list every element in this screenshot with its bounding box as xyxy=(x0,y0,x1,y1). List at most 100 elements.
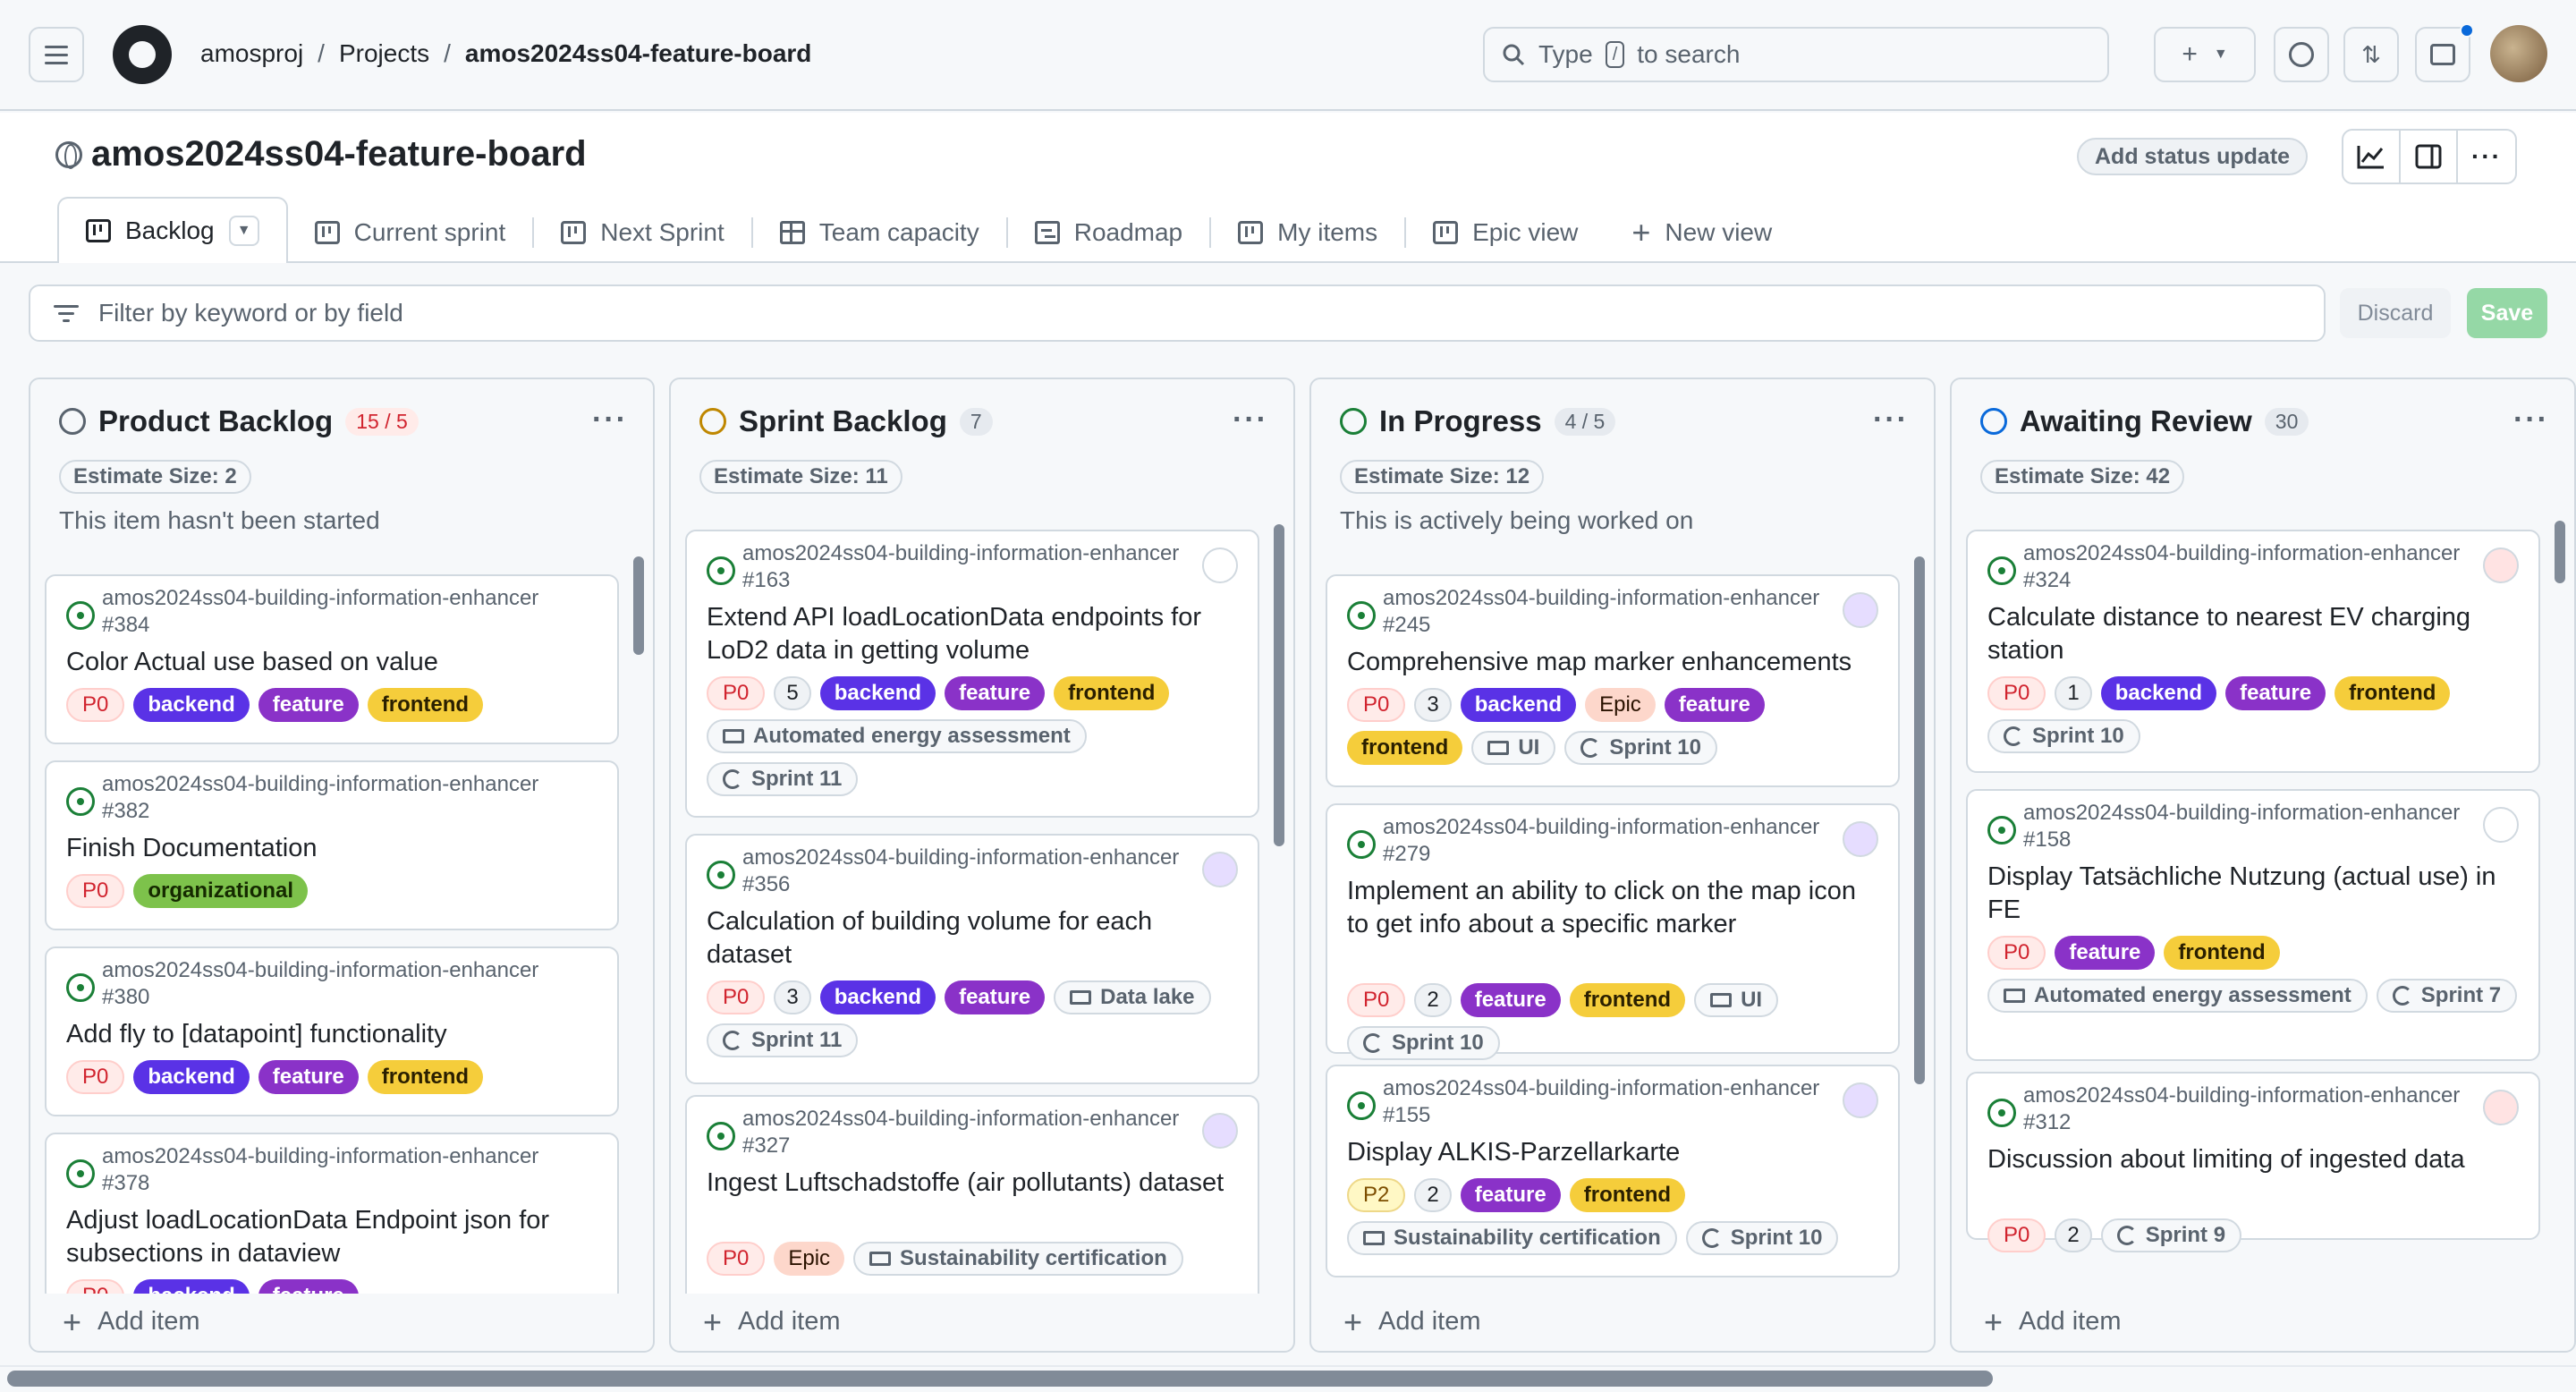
avatar[interactable] xyxy=(2490,25,2547,82)
label-sustainability-certification[interactable]: Sustainability certification xyxy=(853,1242,1183,1276)
breadcrumb-project[interactable]: amos2024ss04-feature-board xyxy=(465,39,812,68)
label-feature[interactable]: feature xyxy=(258,1060,359,1094)
breadcrumb-projects[interactable]: Projects xyxy=(339,39,429,68)
tab-team-capacity[interactable]: Team capacity xyxy=(753,202,1006,263)
label-p0[interactable]: P0 xyxy=(1987,936,2046,970)
tab-backlog[interactable]: Backlog ▼ xyxy=(57,197,288,263)
card-title[interactable]: Finish Documentation xyxy=(66,832,596,865)
label-sprint-7[interactable]: Sprint 7 xyxy=(2376,979,2518,1013)
label-sprint-11[interactable]: Sprint 11 xyxy=(707,1023,859,1057)
card-title[interactable]: Calculate distance to nearest EV chargin… xyxy=(1987,601,2517,667)
label-frontend[interactable]: frontend xyxy=(1054,676,1170,710)
label-5[interactable]: 5 xyxy=(774,676,811,710)
label-p0[interactable]: P0 xyxy=(707,1242,766,1276)
card-repo[interactable]: amos2024ss04-building-information-enhanc… xyxy=(102,1143,564,1197)
kebab-horizontal-icon[interactable]: ··· xyxy=(2458,131,2515,182)
vertical-scrollbar[interactable] xyxy=(1914,556,1925,1084)
label-frontend[interactable]: frontend xyxy=(367,688,484,722)
label-ui[interactable]: UI xyxy=(1694,983,1779,1017)
label-2[interactable]: 2 xyxy=(1414,983,1452,1017)
add-item-button[interactable]: + Add item xyxy=(1984,1305,2121,1337)
card-title[interactable]: Adjust loadLocationData Endpoint json fo… xyxy=(66,1204,596,1270)
card-repo[interactable]: amos2024ss04-building-information-enhanc… xyxy=(1383,585,1844,639)
label-p0[interactable]: P0 xyxy=(66,1060,125,1094)
card-title[interactable]: Display ALKIS-Parzellarkarte xyxy=(1347,1136,1877,1169)
issues-button[interactable] xyxy=(2274,27,2329,82)
label-p2[interactable]: P2 xyxy=(1347,1178,1406,1212)
label-sprint-11[interactable]: Sprint 11 xyxy=(707,762,859,796)
label-2[interactable]: 2 xyxy=(2055,1218,2092,1252)
label-p0[interactable]: P0 xyxy=(707,980,766,1014)
label-p0[interactable]: P0 xyxy=(66,874,125,908)
card-repo[interactable]: amos2024ss04-building-information-enhanc… xyxy=(742,845,1204,898)
issue-card[interactable]: amos2024ss04-building-information-enhanc… xyxy=(45,1133,619,1294)
label-backend[interactable]: backend xyxy=(133,1060,250,1094)
issue-card[interactable]: amos2024ss04-building-information-enhanc… xyxy=(1326,803,1900,1060)
label-backend[interactable]: backend xyxy=(819,676,936,710)
issue-card[interactable]: amos2024ss04-building-information-enhanc… xyxy=(45,946,619,1116)
card-title[interactable]: Implement an ability to click on the map… xyxy=(1347,875,1877,941)
label-p0[interactable]: P0 xyxy=(66,1279,125,1294)
label-frontend[interactable]: frontend xyxy=(1347,731,1463,765)
label-automated-energy-assessment[interactable]: Automated energy assessment xyxy=(1987,979,2368,1013)
card-title[interactable]: Comprehensive map marker enhancements xyxy=(1347,646,1877,679)
issue-card[interactable]: amos2024ss04-building-information-enhanc… xyxy=(1966,789,2540,1061)
tab-current-sprint[interactable]: Current sprint xyxy=(288,202,533,263)
label-frontend[interactable]: frontend xyxy=(2334,676,2451,710)
card-title[interactable]: Color Actual use based on value xyxy=(66,646,596,679)
add-item-button[interactable]: + Add item xyxy=(703,1305,840,1337)
new-view-button[interactable]: + New view xyxy=(1605,202,1799,263)
pull-requests-button[interactable]: ⇅ xyxy=(2343,27,2399,82)
filter-input[interactable]: Filter by keyword or by field xyxy=(29,284,2326,342)
issue-card[interactable]: amos2024ss04-building-information-enhanc… xyxy=(1966,530,2540,773)
label-frontend[interactable]: frontend xyxy=(1569,1178,1686,1212)
label-feature[interactable]: feature xyxy=(945,980,1046,1014)
label-2[interactable]: 2 xyxy=(1414,1178,1452,1212)
search-input[interactable]: Type / to search xyxy=(1483,27,2109,82)
issue-card[interactable]: amos2024ss04-building-information-enhanc… xyxy=(685,834,1259,1084)
issue-card[interactable]: amos2024ss04-building-information-enhanc… xyxy=(45,574,619,744)
label-backend[interactable]: backend xyxy=(133,688,250,722)
label-backend[interactable]: backend xyxy=(2100,676,2217,710)
label-feature[interactable]: feature xyxy=(258,688,359,722)
add-status-update-button[interactable]: Add status update xyxy=(2077,138,2309,175)
create-new-button[interactable]: + ▼ xyxy=(2154,27,2256,82)
github-logo-icon[interactable] xyxy=(113,25,172,84)
add-item-button[interactable]: + Add item xyxy=(63,1305,199,1337)
discard-button[interactable]: Discard xyxy=(2340,288,2451,338)
chevron-down-icon[interactable]: ▼ xyxy=(228,216,259,246)
issue-card[interactable]: amos2024ss04-building-information-enhanc… xyxy=(1326,1065,1900,1277)
label-p0[interactable]: P0 xyxy=(707,676,766,710)
label-backend[interactable]: backend xyxy=(819,980,936,1014)
label-backend[interactable]: backend xyxy=(1460,688,1577,722)
horizontal-scrollbar[interactable] xyxy=(7,1371,1993,1387)
label-p0[interactable]: P0 xyxy=(1987,676,2046,710)
sidebar-expand-icon[interactable] xyxy=(2401,131,2458,182)
label-feature[interactable]: feature xyxy=(1664,688,1765,722)
assignee-avatar[interactable] xyxy=(1202,1113,1238,1149)
label-sprint-10[interactable]: Sprint 10 xyxy=(1347,1026,1500,1060)
card-repo[interactable]: amos2024ss04-building-information-enhanc… xyxy=(102,771,564,825)
assignee-avatar[interactable] xyxy=(1202,547,1238,583)
column-menu-button[interactable]: ··· xyxy=(2513,403,2549,437)
assignee-avatar[interactable] xyxy=(1843,1082,1878,1118)
label-frontend[interactable]: frontend xyxy=(1569,983,1686,1017)
label-frontend[interactable]: frontend xyxy=(367,1060,484,1094)
label-3[interactable]: 3 xyxy=(1414,688,1452,722)
label-sustainability-certification[interactable]: Sustainability certification xyxy=(1347,1221,1677,1255)
insights-icon[interactable] xyxy=(2343,131,2401,182)
card-repo[interactable]: amos2024ss04-building-information-enhanc… xyxy=(1383,814,1844,868)
card-repo[interactable]: amos2024ss04-building-information-enhanc… xyxy=(742,1106,1204,1159)
column-menu-button[interactable]: ··· xyxy=(1233,403,1268,437)
column-menu-button[interactable]: ··· xyxy=(1873,403,1909,437)
label-ui[interactable]: UI xyxy=(1471,731,1556,765)
card-repo[interactable]: amos2024ss04-building-information-enhanc… xyxy=(102,957,564,1011)
issue-card[interactable]: amos2024ss04-building-information-enhanc… xyxy=(1966,1072,2540,1252)
card-title[interactable]: Ingest Luftschadstoffe (air pollutants) … xyxy=(707,1167,1236,1200)
assignee-avatar[interactable] xyxy=(1202,852,1238,887)
add-item-button[interactable]: + Add item xyxy=(1343,1305,1480,1337)
label-frontend[interactable]: frontend xyxy=(2164,936,2280,970)
card-repo[interactable]: amos2024ss04-building-information-enhanc… xyxy=(102,585,564,639)
card-repo[interactable]: amos2024ss04-building-information-enhanc… xyxy=(2023,1082,2485,1136)
card-title[interactable]: Extend API loadLocationData endpoints fo… xyxy=(707,601,1236,667)
